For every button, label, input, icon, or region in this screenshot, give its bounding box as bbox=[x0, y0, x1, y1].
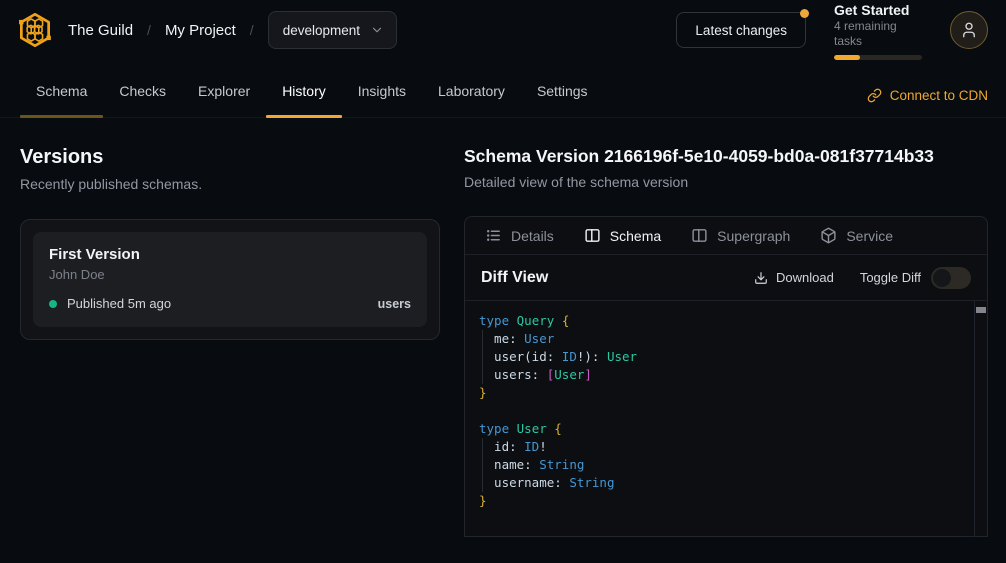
user-icon bbox=[960, 21, 978, 39]
schema-version-tabs: Details Schema Supergraph Service bbox=[465, 217, 987, 255]
get-started-widget[interactable]: Get Started 4 remaining tasks bbox=[834, 1, 922, 60]
environment-select-value: development bbox=[283, 23, 360, 38]
code-line: me: User bbox=[479, 330, 967, 348]
latest-changes-label: Latest changes bbox=[695, 23, 787, 38]
breadcrumb-separator: / bbox=[147, 22, 151, 38]
connect-to-cdn-link[interactable]: Connect to CDN bbox=[867, 88, 988, 117]
breadcrumb-org[interactable]: The Guild bbox=[68, 22, 133, 39]
latest-changes-button[interactable]: Latest changes bbox=[676, 12, 806, 48]
nav-tab-explorer[interactable]: Explorer bbox=[182, 81, 266, 117]
diff-view-title: Diff View bbox=[481, 269, 548, 287]
published-status-dot bbox=[49, 300, 57, 308]
get-started-title: Get Started bbox=[834, 1, 922, 19]
user-avatar[interactable] bbox=[950, 11, 988, 49]
sdl-code: type Query { me: User user(id: ID!): Use… bbox=[479, 312, 967, 510]
download-button[interactable]: Download bbox=[754, 270, 834, 285]
columns-icon bbox=[691, 227, 708, 244]
nav-tabs: SchemaChecksExplorerHistoryInsightsLabor… bbox=[20, 81, 604, 117]
version-list-item[interactable]: First Version John Doe Published 5m ago … bbox=[33, 232, 427, 327]
download-label: Download bbox=[776, 270, 834, 285]
sdl-code-viewer[interactable]: type Query { me: User user(id: ID!): Use… bbox=[465, 301, 987, 537]
chevron-down-icon bbox=[370, 23, 384, 37]
list-icon bbox=[485, 227, 502, 244]
main-content: Versions Recently published schemas. Fir… bbox=[0, 118, 1006, 537]
toggle-diff-label: Toggle Diff bbox=[860, 270, 921, 285]
breadcrumb-separator: / bbox=[250, 22, 254, 38]
diff-toolbar: Diff View Download Toggle Diff bbox=[465, 255, 987, 301]
code-line bbox=[479, 402, 967, 420]
get-started-progress-fill bbox=[834, 55, 860, 60]
panel-tab-label: Details bbox=[511, 228, 554, 244]
connect-to-cdn-label: Connect to CDN bbox=[890, 88, 988, 103]
panel-tab-label: Supergraph bbox=[717, 228, 790, 244]
versions-column: Versions Recently published schemas. Fir… bbox=[20, 118, 440, 537]
schema-version-panel: Details Schema Supergraph Service Diff View… bbox=[464, 216, 988, 537]
guild-logo-icon[interactable] bbox=[14, 9, 56, 51]
nav-tab-schema[interactable]: Schema bbox=[20, 81, 103, 117]
code-line: user(id: ID!): User bbox=[479, 348, 967, 366]
nav-tab-settings[interactable]: Settings bbox=[521, 81, 604, 117]
versions-list: First Version John Doe Published 5m ago … bbox=[20, 219, 440, 340]
code-scrollbar[interactable] bbox=[974, 301, 987, 537]
nav-tab-checks[interactable]: Checks bbox=[103, 81, 182, 117]
cube-icon bbox=[820, 227, 837, 244]
code-line: name: String bbox=[479, 456, 967, 474]
panel-tab-label: Service bbox=[846, 228, 893, 244]
code-line: id: ID! bbox=[479, 438, 967, 456]
code-line: username: String bbox=[479, 474, 967, 492]
panel-tab-details[interactable]: Details bbox=[485, 227, 554, 244]
panel-tab-schema[interactable]: Schema bbox=[584, 227, 661, 244]
columns-icon bbox=[584, 227, 601, 244]
nav-tab-underline bbox=[20, 115, 103, 118]
get-started-subtitle: 4 remaining tasks bbox=[834, 19, 922, 49]
toggle-knob bbox=[933, 269, 951, 287]
notification-dot bbox=[800, 9, 809, 18]
link-icon bbox=[867, 88, 882, 103]
versions-title: Versions bbox=[20, 146, 440, 169]
download-icon bbox=[754, 271, 768, 285]
breadcrumb-project[interactable]: My Project bbox=[165, 22, 236, 39]
get-started-progressbar bbox=[834, 55, 922, 60]
schema-version-subtitle: Detailed view of the schema version bbox=[464, 174, 988, 190]
nav-tab-laboratory[interactable]: Laboratory bbox=[422, 81, 521, 117]
version-author: John Doe bbox=[49, 267, 411, 282]
code-line: } bbox=[479, 384, 967, 402]
primary-nav: SchemaChecksExplorerHistoryInsightsLabor… bbox=[0, 60, 1006, 118]
panel-tab-label: Schema bbox=[610, 228, 661, 244]
toggle-diff-switch[interactable] bbox=[931, 267, 971, 289]
schema-version-title: Schema Version 2166196f-5e10-4059-bd0a-0… bbox=[464, 146, 988, 167]
code-line: type User { bbox=[479, 420, 967, 438]
code-line: type Query { bbox=[479, 312, 967, 330]
panel-tab-supergraph[interactable]: Supergraph bbox=[691, 227, 790, 244]
environment-select[interactable]: development bbox=[268, 11, 397, 49]
version-name: First Version bbox=[49, 246, 411, 263]
versions-subtitle: Recently published schemas. bbox=[20, 176, 440, 192]
code-line: users: [User] bbox=[479, 366, 967, 384]
schema-version-column: Schema Version 2166196f-5e10-4059-bd0a-0… bbox=[464, 118, 988, 537]
code-scrollbar-thumb[interactable] bbox=[976, 307, 986, 313]
nav-tab-history[interactable]: History bbox=[266, 81, 342, 117]
panel-tab-service[interactable]: Service bbox=[820, 227, 893, 244]
code-line: } bbox=[479, 492, 967, 510]
top-header: The Guild / My Project / development Lat… bbox=[0, 0, 1006, 60]
nav-tab-insights[interactable]: Insights bbox=[342, 81, 422, 117]
version-status: Published 5m ago bbox=[67, 296, 171, 311]
breadcrumb: The Guild / My Project / development bbox=[68, 11, 397, 49]
nav-tab-underline bbox=[266, 115, 342, 118]
version-service-badge: users bbox=[378, 297, 411, 311]
